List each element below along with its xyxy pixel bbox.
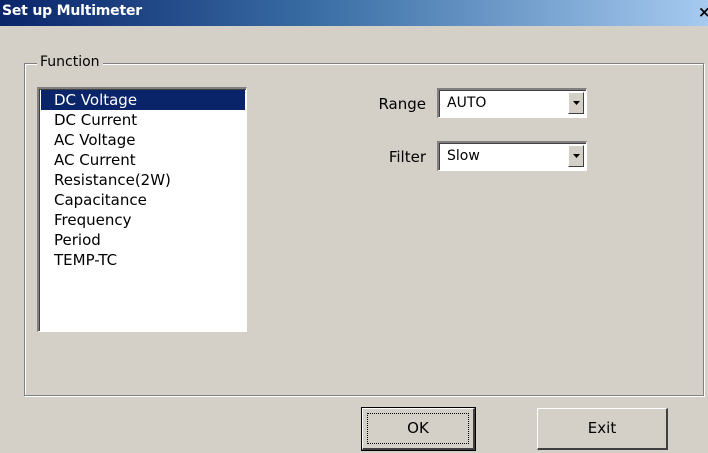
list-item-dc-current[interactable]: DC Current	[41, 110, 245, 130]
title-bar[interactable]: Set up Multimeter ×	[0, 0, 708, 26]
list-item-ac-current[interactable]: AC Current	[41, 150, 245, 170]
list-item-ac-voltage[interactable]: AC Voltage	[41, 130, 245, 150]
range-dropdown-button[interactable]	[568, 92, 584, 114]
range-label: Range	[378, 95, 426, 113]
ok-button-label: OK	[407, 419, 429, 437]
range-select[interactable]: AUTO	[437, 88, 587, 118]
function-group-label: Function	[37, 54, 103, 70]
list-item-temp-tc[interactable]: TEMP-TC	[41, 250, 245, 270]
chevron-down-icon	[573, 101, 580, 105]
filter-value: Slow	[447, 148, 480, 164]
list-item-resistance-2w[interactable]: Resistance(2W)	[41, 170, 245, 190]
filter-dropdown-button[interactable]	[568, 145, 584, 167]
filter-label: Filter	[388, 148, 426, 166]
chevron-down-icon	[573, 154, 580, 158]
range-value: AUTO	[447, 95, 487, 111]
list-item-frequency[interactable]: Frequency	[41, 210, 245, 230]
list-item-period[interactable]: Period	[41, 230, 245, 250]
exit-button-label: Exit	[587, 419, 617, 437]
exit-button[interactable]: Exit	[537, 408, 668, 450]
list-item-dc-voltage[interactable]: DC Voltage	[41, 90, 245, 110]
ok-button[interactable]: OK	[361, 407, 476, 451]
multimeter-setup-dialog: Set up Multimeter × Function DC Voltage …	[0, 0, 708, 453]
function-listbox[interactable]: DC Voltage DC Current AC Voltage AC Curr…	[37, 87, 247, 332]
list-item-capacitance[interactable]: Capacitance	[41, 190, 245, 210]
close-icon[interactable]: ×	[698, 1, 708, 23]
filter-select[interactable]: Slow	[437, 141, 587, 171]
window-title: Set up Multimeter	[2, 3, 142, 19]
